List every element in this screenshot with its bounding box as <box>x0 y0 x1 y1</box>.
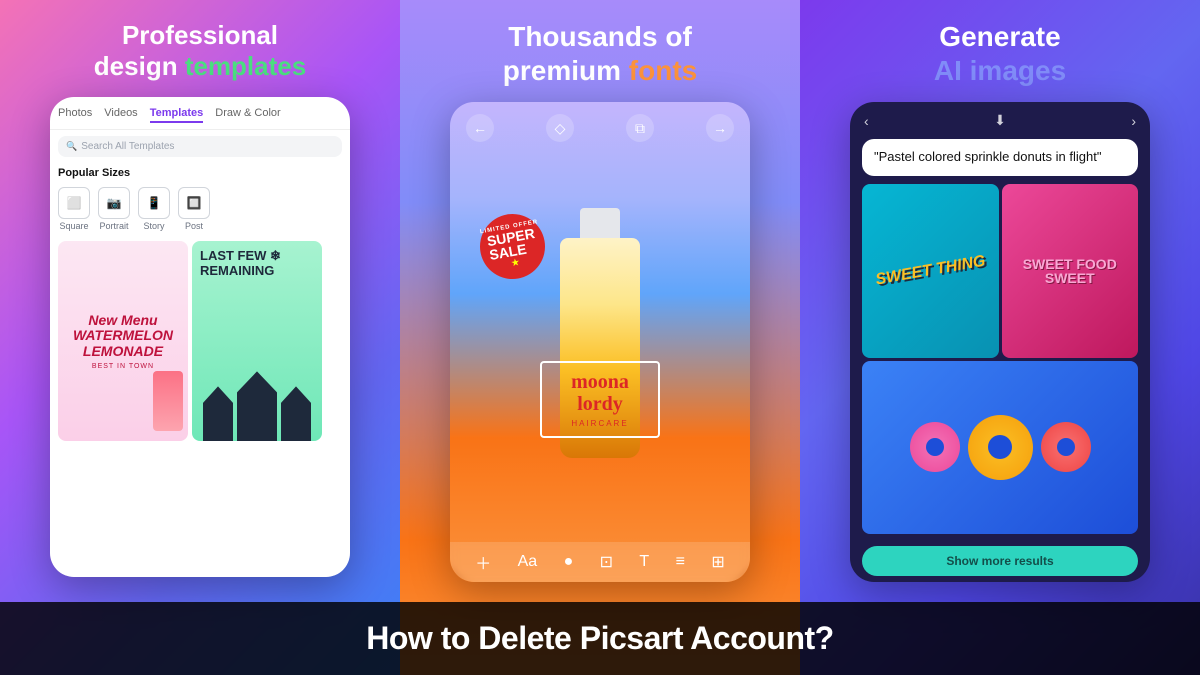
nav-videos[interactable]: Videos <box>104 107 137 123</box>
layers-icon[interactable]: ⧉ <box>626 114 654 142</box>
show-more-button[interactable]: Show more results <box>862 546 1138 576</box>
bottle-container: LIMITED OFFER SUPERSALE ★ moona lordy HA… <box>450 154 750 542</box>
size-portrait[interactable]: 📷 Portrait <box>98 187 130 231</box>
phone-top-bar: ← ◇ ⧉ → <box>450 102 750 154</box>
post-label: Post <box>185 221 203 231</box>
diamond-icon[interactable]: ◇ <box>546 114 574 142</box>
phone-mockup-3: ‹ ⬇ › "Pastel colored sprinkle donuts in… <box>850 102 1150 582</box>
template-card-watermelon[interactable]: New MenuWATERMELONLEMONADE BEST IN TOWN <box>58 241 188 441</box>
drink-decoration <box>153 371 183 431</box>
square-label: Square <box>59 221 88 231</box>
grid-icon[interactable]: ⊞ <box>711 552 724 572</box>
phone3-forward[interactable]: › <box>1131 113 1136 129</box>
size-icons: ⬜ Square 📷 Portrait 📱 Story 🔲 Post <box>50 183 350 235</box>
ai-text-1: SWEET THING <box>874 253 986 288</box>
sale-badge: LIMITED OFFER SUPERSALE ★ <box>475 209 550 284</box>
size-square[interactable]: ⬜ Square <box>58 187 90 231</box>
portrait-label: Portrait <box>99 221 128 231</box>
bottle-label: moona lordy HAIRCARE <box>540 361 660 438</box>
story-label: Story <box>143 221 164 231</box>
donut-1 <box>910 422 960 472</box>
panel-1-highlight: templates <box>185 51 306 81</box>
phone3-back[interactable]: ‹ <box>864 113 869 129</box>
size-story[interactable]: 📱 Story <box>138 187 170 231</box>
panel-3: GenerateAI images ‹ ⬇ › "Pastel colored … <box>800 0 1200 675</box>
panel-3-heading: GenerateAI images <box>914 20 1086 87</box>
house-large <box>237 371 277 441</box>
main-container: Professionaldesign templates Photos Vide… <box>0 0 1200 675</box>
panel-3-highlight: AI images <box>934 55 1066 86</box>
nav-templates[interactable]: Templates <box>150 107 204 123</box>
watermelon-subtitle: BEST IN TOWN <box>92 363 154 370</box>
ai-text-2: SWEET FOOD SWEET <box>1002 257 1139 285</box>
phone-mockup-2: ← ◇ ⧉ → LIMITED OFFER SUPERSALE ★ moona … <box>450 102 750 582</box>
plus-icon[interactable]: ＋ <box>475 550 491 574</box>
type-icon[interactable]: T <box>639 553 649 571</box>
ai-grid: SWEET THING SWEET FOOD SWEET <box>850 176 1150 540</box>
nav-draw[interactable]: Draw & Color <box>215 107 280 123</box>
panel-2-heading: Thousands ofpremium fonts <box>483 20 717 87</box>
donut-3 <box>1041 422 1091 472</box>
templates-grid: New MenuWATERMELONLEMONADE BEST IN TOWN … <box>50 235 350 447</box>
text-icon[interactable]: Aa <box>518 553 538 571</box>
bottle-cap <box>580 208 620 238</box>
square-icon: ⬜ <box>58 187 90 219</box>
search-placeholder: Search All Templates <box>81 141 174 152</box>
phone-mockup-1: Photos Videos Templates Draw & Color 🔍 S… <box>50 97 350 577</box>
post-icon: 🔲 <box>178 187 210 219</box>
list-icon[interactable]: ≡ <box>676 553 685 571</box>
back-button[interactable]: ← <box>466 114 494 142</box>
bottle-sub: HAIRCARE <box>550 419 650 428</box>
search-bar[interactable]: 🔍 Search All Templates <box>58 136 342 157</box>
circle-icon[interactable]: ● <box>564 553 574 571</box>
sale-badge-main: SUPERSALE <box>486 226 538 262</box>
phone3-top-bar: ‹ ⬇ › <box>850 102 1150 139</box>
size-post[interactable]: 🔲 Post <box>178 187 210 231</box>
remaining-title: LAST FEW ❄REMAINING <box>200 249 281 278</box>
template-card-remaining[interactable]: LAST FEW ❄REMAINING <box>192 241 322 441</box>
forward-button[interactable]: → <box>706 114 734 142</box>
donut-visual <box>910 415 1091 480</box>
donut-2 <box>968 415 1033 480</box>
phone-bottom-bar: ＋ Aa ● ⊡ T ≡ ⊞ <box>450 542 750 582</box>
nav-photos[interactable]: Photos <box>58 107 92 123</box>
panel-2: Thousands ofpremium fonts ← ◇ ⧉ → LIMITE… <box>400 0 800 675</box>
prompt-bubble: "Pastel colored sprinkle donuts in fligh… <box>862 139 1138 176</box>
bottle-shape: moona lordy HAIRCARE <box>560 238 640 458</box>
bottom-banner-text: How to Delete Picsart Account? <box>40 620 1160 657</box>
house-small <box>203 386 233 441</box>
story-icon: 📱 <box>138 187 170 219</box>
search-icon: 🔍 <box>66 141 77 152</box>
panel-2-highlight: fonts <box>629 55 697 86</box>
bottom-banner: How to Delete Picsart Account? <box>0 602 1200 675</box>
phone3-download[interactable]: ⬇ <box>994 112 1006 129</box>
popular-sizes-label: Popular Sizes <box>50 163 350 183</box>
house-small-2 <box>281 386 311 441</box>
portrait-icon: 📷 <box>98 187 130 219</box>
text-box-icon[interactable]: ⊡ <box>600 552 613 572</box>
ai-image-sweet-thing[interactable]: SWEET THING <box>862 184 999 358</box>
watermelon-title: New MenuWATERMELONLEMONADE <box>73 313 173 359</box>
panel-1: Professionaldesign templates Photos Vide… <box>0 0 400 675</box>
house-shapes <box>192 341 322 441</box>
phone-nav: Photos Videos Templates Draw & Color <box>50 97 350 130</box>
ai-image-donuts[interactable] <box>862 361 1138 535</box>
bottle-brand: moona lordy <box>550 371 650 415</box>
panel-1-heading: Professionaldesign templates <box>74 20 326 82</box>
ai-image-sweet-food[interactable]: SWEET FOOD SWEET <box>1002 184 1139 358</box>
